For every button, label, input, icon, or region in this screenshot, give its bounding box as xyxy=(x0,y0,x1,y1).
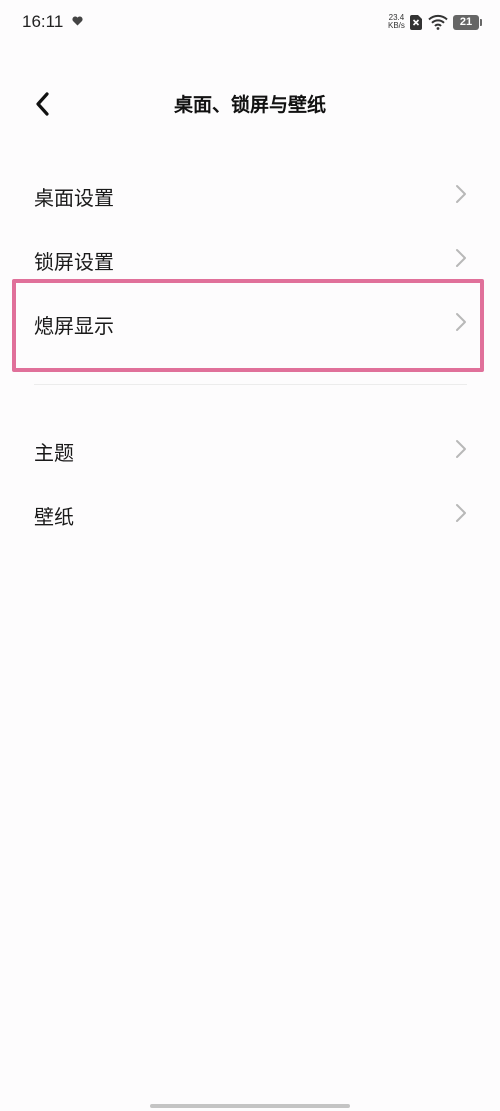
status-bar: 16:11 23.4 KB/s 21 xyxy=(0,0,500,46)
wifi-icon xyxy=(428,14,448,30)
home-indicator[interactable] xyxy=(150,1104,350,1108)
status-time: 16:11 xyxy=(22,12,64,31)
list-item-theme[interactable]: 主题 xyxy=(0,417,500,481)
list-item-lockscreen-settings[interactable]: 锁屏设置 xyxy=(0,226,500,290)
list-item-label: 熄屏显示 xyxy=(34,314,114,338)
chevron-right-icon xyxy=(456,249,466,267)
chevron-right-icon xyxy=(456,504,466,522)
list-item-label: 锁屏设置 xyxy=(34,250,114,274)
section-divider xyxy=(34,384,467,385)
net-speed-unit: KB/s xyxy=(388,21,405,30)
settings-list: 桌面设置 锁屏设置 熄屏显示 主题 壁纸 xyxy=(0,162,500,545)
list-item-label: 壁纸 xyxy=(34,505,74,529)
list-item-label: 主题 xyxy=(34,441,74,465)
list-item-always-on-display[interactable]: 熄屏显示 xyxy=(0,290,500,354)
net-speed: 23.4 KB/s xyxy=(388,14,405,30)
list-item-wallpaper[interactable]: 壁纸 xyxy=(0,481,500,545)
list-item-label: 桌面设置 xyxy=(34,186,114,210)
page-title: 桌面、锁屏与壁纸 xyxy=(173,94,326,116)
list-item-desktop-settings[interactable]: 桌面设置 xyxy=(0,162,500,226)
sim-icon xyxy=(410,15,422,30)
heart-icon xyxy=(72,16,83,26)
battery-icon: 21 xyxy=(453,15,482,30)
chevron-right-icon xyxy=(456,313,466,331)
settings-screen: 16:11 23.4 KB/s 21 桌面、锁屏与壁纸 桌面设置 锁屏设置 熄屏… xyxy=(0,0,500,1111)
chevron-right-icon xyxy=(456,185,466,203)
chevron-right-icon xyxy=(456,440,466,458)
